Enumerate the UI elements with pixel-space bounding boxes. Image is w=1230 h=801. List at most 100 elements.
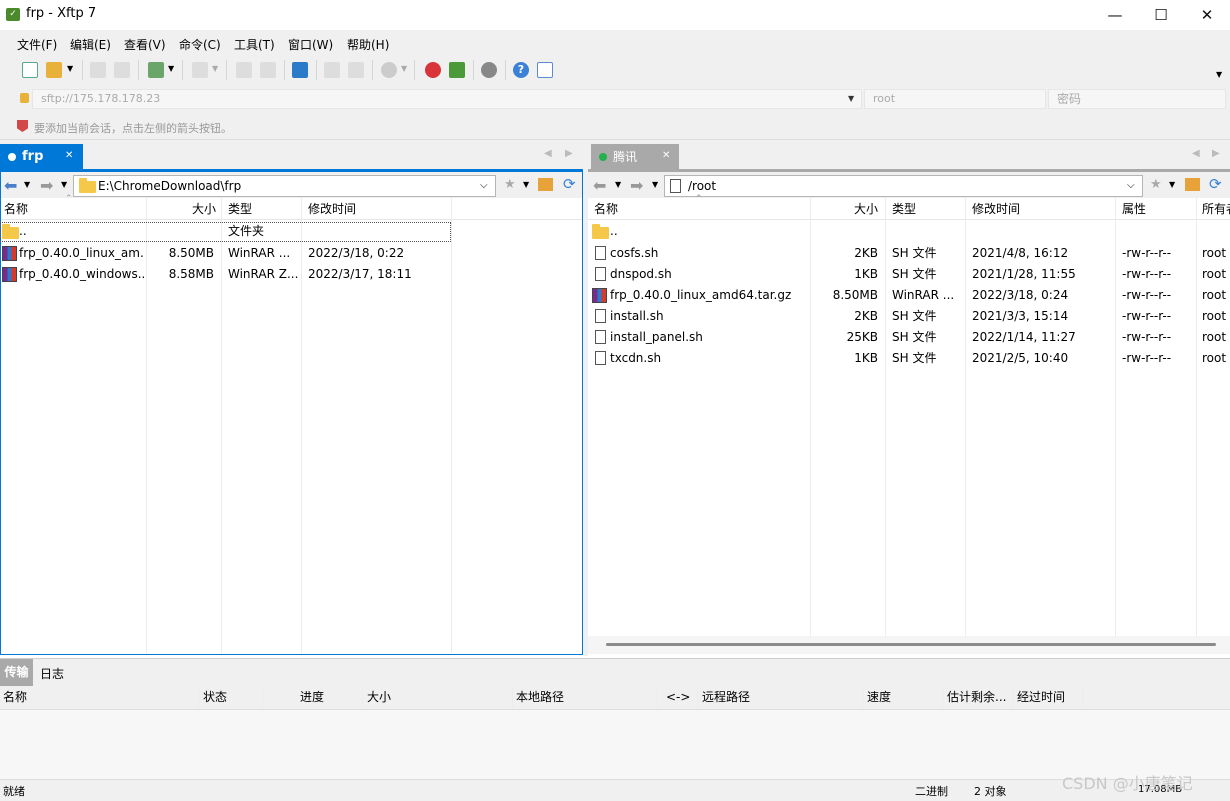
- column-divider[interactable]: [697, 688, 698, 708]
- new-tab-icon[interactable]: [148, 62, 164, 78]
- tab-scroll-left-icon[interactable]: ◀: [1192, 148, 1200, 159]
- column-divider[interactable]: [362, 688, 363, 708]
- new-session-icon[interactable]: [22, 62, 38, 78]
- tab-log[interactable]: 日志: [40, 665, 64, 682]
- table-row[interactable]: [0, 222, 451, 242]
- column-header-size[interactable]: 大小: [852, 199, 878, 220]
- back-icon[interactable]: ⬅: [4, 176, 17, 196]
- column-header-status[interactable]: 状态: [203, 687, 227, 708]
- home-folder-icon[interactable]: [1185, 178, 1200, 191]
- upload-icon[interactable]: [324, 62, 340, 78]
- column-header-type[interactable]: 类型: [892, 199, 916, 220]
- column-header-type[interactable]: 类型: [228, 199, 252, 220]
- column-divider[interactable]: [198, 688, 199, 708]
- column-header-progress[interactable]: 进度: [300, 687, 324, 708]
- tab-close-icon[interactable]: ✕: [662, 150, 670, 161]
- chevron-down-icon[interactable]: ▼: [615, 180, 621, 189]
- maximize-button[interactable]: ☐: [1138, 0, 1184, 30]
- column-divider[interactable]: [862, 688, 863, 708]
- properties-icon[interactable]: [236, 62, 252, 78]
- transfer-mode[interactable]: 二进制: [915, 783, 948, 799]
- column-header-local-path[interactable]: 本地路径: [516, 687, 564, 708]
- connect-icon[interactable]: [90, 62, 106, 78]
- chevron-down-icon[interactable]: ▼: [212, 64, 218, 73]
- chevron-down-icon[interactable]: ▼: [848, 94, 854, 103]
- chevron-down-icon[interactable]: ▼: [168, 64, 174, 73]
- menu-help[interactable]: 帮助(H): [347, 36, 389, 53]
- chevron-down-icon[interactable]: ⌵: [1127, 176, 1135, 196]
- forward-icon[interactable]: ➡: [40, 176, 53, 196]
- column-header-remote-path[interactable]: 远程路径: [702, 687, 750, 708]
- home-folder-icon[interactable]: [538, 178, 553, 191]
- close-button[interactable]: ✕: [1184, 0, 1230, 30]
- chevron-down-icon[interactable]: ▼: [67, 64, 73, 73]
- host-input[interactable]: sftp://175.178.178.23: [32, 89, 862, 109]
- column-divider[interactable]: [942, 688, 943, 708]
- xftp-app-icon[interactable]: ✓: [6, 8, 20, 21]
- column-divider[interactable]: [1082, 688, 1083, 708]
- column-header-speed[interactable]: 速度: [867, 687, 891, 708]
- refresh-icon[interactable]: ⟳: [563, 175, 576, 193]
- help-icon[interactable]: ?: [513, 62, 529, 78]
- menu-file[interactable]: 文件(F): [17, 36, 57, 53]
- column-header-name[interactable]: 名称: [4, 199, 28, 220]
- tab-scroll-right-icon[interactable]: ▶: [1212, 148, 1220, 159]
- scrollbar-thumb[interactable]: [606, 643, 1216, 646]
- table-row[interactable]: [588, 222, 1230, 243]
- menu-view[interactable]: 查看(V): [124, 36, 166, 53]
- column-header-size[interactable]: 大小: [190, 199, 216, 220]
- chevron-down-icon[interactable]: ▼: [61, 180, 67, 189]
- local-path-input[interactable]: E:\ChromeDownload\frp ⌵: [73, 175, 496, 197]
- chevron-down-icon[interactable]: ▼: [652, 180, 658, 189]
- tab-close-icon[interactable]: ✕: [65, 150, 73, 161]
- tab-scroll-left-icon[interactable]: ◀: [544, 148, 552, 159]
- star-icon[interactable]: ★: [1150, 177, 1162, 192]
- transfer-icon[interactable]: [192, 62, 208, 78]
- refresh-icon[interactable]: ⟳: [1209, 175, 1222, 193]
- forward-icon[interactable]: ➡: [630, 176, 643, 196]
- column-header-size[interactable]: 大小: [367, 687, 391, 708]
- xftp-icon[interactable]: [449, 62, 465, 78]
- column-header-modified[interactable]: 修改时间: [972, 199, 1020, 220]
- column-header-direction[interactable]: <->: [666, 687, 690, 708]
- copy-icon[interactable]: [260, 62, 276, 78]
- stop-icon[interactable]: [381, 62, 397, 78]
- chevron-down-icon[interactable]: ▼: [24, 180, 30, 189]
- chevron-down-icon[interactable]: ▼: [1169, 180, 1175, 189]
- column-header-name[interactable]: 名称: [594, 199, 618, 220]
- column-divider[interactable]: [512, 688, 513, 708]
- column-divider[interactable]: [451, 198, 452, 653]
- minimize-button[interactable]: —: [1092, 0, 1138, 30]
- xshell-icon[interactable]: [425, 62, 441, 78]
- column-header-elapsed[interactable]: 经过时间: [1017, 687, 1065, 708]
- remote-path-input[interactable]: /root ⌵: [664, 175, 1143, 197]
- menu-window[interactable]: 窗口(W): [288, 36, 333, 53]
- tab-scroll-right-icon[interactable]: ▶: [565, 148, 573, 159]
- back-icon[interactable]: ⬅: [593, 176, 606, 196]
- disconnect-icon[interactable]: [114, 62, 130, 78]
- column-divider[interactable]: [1012, 688, 1013, 708]
- column-divider[interactable]: [657, 688, 658, 708]
- column-divider[interactable]: [262, 688, 263, 708]
- menu-tools[interactable]: 工具(T): [234, 36, 275, 53]
- column-header-owner[interactable]: 所有者: [1202, 199, 1230, 220]
- username-input[interactable]: root: [864, 89, 1046, 109]
- chat-icon[interactable]: [537, 62, 553, 78]
- open-folder-icon[interactable]: [46, 62, 62, 78]
- column-header-attributes[interactable]: 属性: [1122, 199, 1146, 220]
- sync-icon[interactable]: [292, 62, 308, 78]
- star-icon[interactable]: ★: [504, 177, 516, 192]
- tab-transfer[interactable]: 传输: [0, 659, 33, 686]
- chevron-down-icon[interactable]: ▼: [523, 180, 529, 189]
- column-header-modified[interactable]: 修改时间: [308, 199, 356, 220]
- menu-command[interactable]: 命令(C): [179, 36, 221, 53]
- chevron-down-icon[interactable]: ⌵: [480, 176, 488, 196]
- chevron-down-icon[interactable]: ▼: [401, 64, 407, 73]
- password-input[interactable]: 密码: [1048, 89, 1226, 109]
- column-header-name[interactable]: 名称: [3, 687, 27, 708]
- download-icon[interactable]: [348, 62, 364, 78]
- gear-icon[interactable]: [481, 62, 497, 78]
- column-header-eta[interactable]: 估计剩余...: [947, 687, 1009, 708]
- menu-edit[interactable]: 编辑(E): [70, 36, 111, 53]
- toolbar-overflow-icon[interactable]: ▼: [1216, 70, 1222, 79]
